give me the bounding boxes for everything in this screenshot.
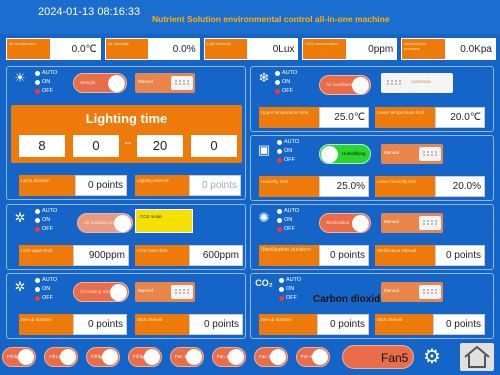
end-hour-input[interactable]: 20 bbox=[137, 135, 183, 157]
co2-toggle[interactable]: Air handling on bbox=[77, 213, 133, 233]
sensor-value: 0Lux bbox=[272, 44, 295, 55]
fill-light-3-button[interactable]: Fill light 3 bbox=[86, 347, 120, 367]
sterilization-duration-field[interactable]: Sterilization duration 0 points bbox=[259, 245, 369, 266]
carbon-dioxide-title: Carbon dioxide bbox=[313, 294, 386, 305]
end-minute-input[interactable]: 0 bbox=[191, 135, 237, 157]
humidifier-toggle[interactable]: Humidifying bbox=[319, 144, 371, 164]
co2-lower-field[interactable]: CO2 lower limit 600ppm bbox=[135, 245, 243, 266]
lighting-manual-button[interactable]: Manual bbox=[135, 73, 195, 93]
co2-upper-field[interactable]: CO2 upper limit 900ppm bbox=[19, 245, 129, 266]
carbon-dioxide-manual-button[interactable]: Manual bbox=[381, 282, 443, 302]
fill-light-1-button[interactable]: Fill light 1 bbox=[2, 347, 36, 367]
carbon-duration-field[interactable]: Set-up duration 0 points bbox=[259, 314, 369, 335]
lighting-mode-radio[interactable]: AUTO ON OFF bbox=[35, 69, 57, 96]
sensor-value: 0ppm bbox=[368, 44, 394, 55]
circulating-manual-button[interactable]: Manual bbox=[135, 282, 195, 302]
pressure-readout: Atmospheric pressure 0.0Kpa bbox=[401, 38, 496, 60]
start-minute-input[interactable]: 0 bbox=[73, 135, 119, 157]
carbon-dioxide-mode-radio[interactable]: AUTO ON OFF bbox=[279, 276, 301, 303]
aircon-panel: ❄ AUTO ON OFF Air conditioner Automatic … bbox=[250, 66, 494, 132]
aircon-mode-radio[interactable]: AUTO ON OFF bbox=[275, 69, 297, 96]
humidity-limit-field[interactable]: Humidity limit 25.0% bbox=[259, 176, 369, 197]
lighting-time-title: Lighting time bbox=[85, 111, 168, 126]
home-icon bbox=[464, 345, 490, 368]
bottom-bar: Fill light 1 Fill Light 2 Fill light 3 F… bbox=[0, 342, 500, 375]
lighting-panel: ☀ AUTO ON OFF Streight Manual Lighting t… bbox=[6, 66, 246, 200]
start-hour-input[interactable]: 8 bbox=[19, 135, 65, 157]
co2-readout: CO2 concentration 0ppm bbox=[302, 38, 398, 60]
lower-humidity-field[interactable]: Lower humidity limit 20.0% bbox=[375, 176, 485, 197]
sterilization-icon: ✺ bbox=[258, 210, 270, 225]
fill-light-2-button[interactable]: Fill Light 2 bbox=[44, 347, 78, 367]
sterilization-interval-field[interactable]: Sterilization interval 0 points bbox=[375, 245, 485, 266]
carbon-interval-field[interactable]: Start interval 0 points bbox=[375, 314, 485, 335]
sensor-label: Air temperature bbox=[7, 39, 50, 59]
co2-cloud-icon: CO₂ bbox=[255, 278, 273, 288]
sensor-label: Atmospheric pressure bbox=[402, 39, 445, 59]
datetime: 2024-01-13 08:16:33 bbox=[38, 6, 141, 18]
circulating-fan-icon: ✲ bbox=[14, 279, 26, 294]
fan-5-button[interactable]: Fan5 bbox=[342, 345, 414, 369]
fan-icon: ✲ bbox=[14, 210, 26, 225]
co2-mode-button[interactable]: CO2 mode bbox=[135, 209, 193, 233]
sterilization-panel: ✺ AUTO ON OFF Sterilization Manual Steri… bbox=[250, 204, 494, 270]
fan-3-button[interactable]: Fan 3 bbox=[254, 347, 288, 367]
air-temperature-readout: Air temperature 0.0℃ bbox=[6, 38, 101, 60]
circulating-interval-field[interactable]: Start interval 0 points bbox=[135, 314, 243, 335]
sensor-label: CO2 concentration bbox=[303, 39, 347, 59]
time-separator: -- bbox=[124, 138, 132, 149]
sterilization-mode-radio[interactable]: AUTO ON OFF bbox=[277, 207, 299, 234]
humidifier-icon: ▣ bbox=[257, 142, 271, 157]
circulating-toggle[interactable]: Circulating wind bbox=[73, 282, 129, 302]
home-button[interactable] bbox=[460, 343, 494, 371]
sensor-value: 0.0Kpa bbox=[460, 44, 492, 55]
sensor-label: Air humidity bbox=[105, 39, 149, 59]
circulating-duration-field[interactable]: Set-up duration 0 points bbox=[19, 314, 127, 335]
lighting-toggle[interactable]: Streight bbox=[73, 73, 127, 93]
circulating-wind-panel: ✲ AUTO ON OFF Circulating wind Manual Se… bbox=[6, 273, 246, 339]
light-bulb-icon: ☀ bbox=[14, 70, 26, 85]
sensor-label: Light intensity bbox=[204, 39, 248, 59]
sensor-bar: Air temperature 0.0℃ Air humidity 0.0% Lig… bbox=[6, 38, 496, 62]
app-title: Nutrient Solution environmental control … bbox=[152, 14, 390, 24]
sterilization-toggle[interactable]: Sterilization bbox=[319, 213, 371, 233]
circulating-mode-radio[interactable]: AUTO ON OFF bbox=[35, 276, 57, 303]
lower-temperature-field[interactable]: Lower temperature limit 20.0℃ bbox=[375, 107, 485, 128]
control-screen: 2024-01-13 08:16:33 Nutrient Solution en… bbox=[0, 0, 500, 375]
co2-mode-radio[interactable]: AUTO ON OFF bbox=[35, 207, 57, 234]
aircon-toggle[interactable]: Air conditioner bbox=[319, 75, 371, 95]
fill-light-4-button[interactable]: Fill light 4 bbox=[128, 347, 162, 367]
lighting-interval-field[interactable]: Lighting interval 0 points bbox=[135, 175, 241, 196]
light-intensity-readout: Light intensity 0Lux bbox=[203, 38, 299, 60]
top-bar: 2024-01-13 08:16:33 Nutrient Solution en… bbox=[0, 0, 500, 34]
carbon-dioxide-panel: CO₂ AUTO ON OFF Carbon dioxide Manual Se… bbox=[250, 273, 494, 339]
humidifier-mode-radio[interactable]: AUTO ON OFF bbox=[277, 138, 299, 165]
lighting-time-box: Lighting time 8 0 -- 20 0 bbox=[11, 105, 242, 163]
fan-1-button[interactable]: Fan 1 bbox=[170, 347, 204, 367]
snowflake-icon: ❄ bbox=[258, 70, 270, 85]
humidifier-panel: ▣ AUTO ON OFF Humidifying Manual Humidit… bbox=[250, 135, 494, 201]
fan-2-button[interactable]: Fan 2 bbox=[212, 347, 246, 367]
aircon-automatic-button[interactable]: Automatic bbox=[381, 73, 453, 93]
sensor-value: 0.0% bbox=[172, 44, 196, 55]
co2-panel: ✲ AUTO ON OFF Air handling on CO2 mode C… bbox=[6, 204, 246, 270]
settings-gear-icon[interactable]: ⚙ bbox=[420, 345, 444, 369]
sterilization-manual-button[interactable]: Manual bbox=[381, 213, 443, 233]
upper-temperature-field[interactable]: Upper temperature limit 25.0℃ bbox=[259, 107, 369, 128]
humidifier-manual-button[interactable]: Manual bbox=[381, 144, 443, 164]
sensor-value: 0.0℃ bbox=[71, 44, 97, 55]
lamp-duration-field[interactable]: Lamp duration 0 points bbox=[19, 175, 127, 196]
fan-4-button[interactable]: Fan 4 bbox=[296, 347, 330, 367]
air-humidity-readout: Air humidity 0.0% bbox=[104, 38, 200, 60]
